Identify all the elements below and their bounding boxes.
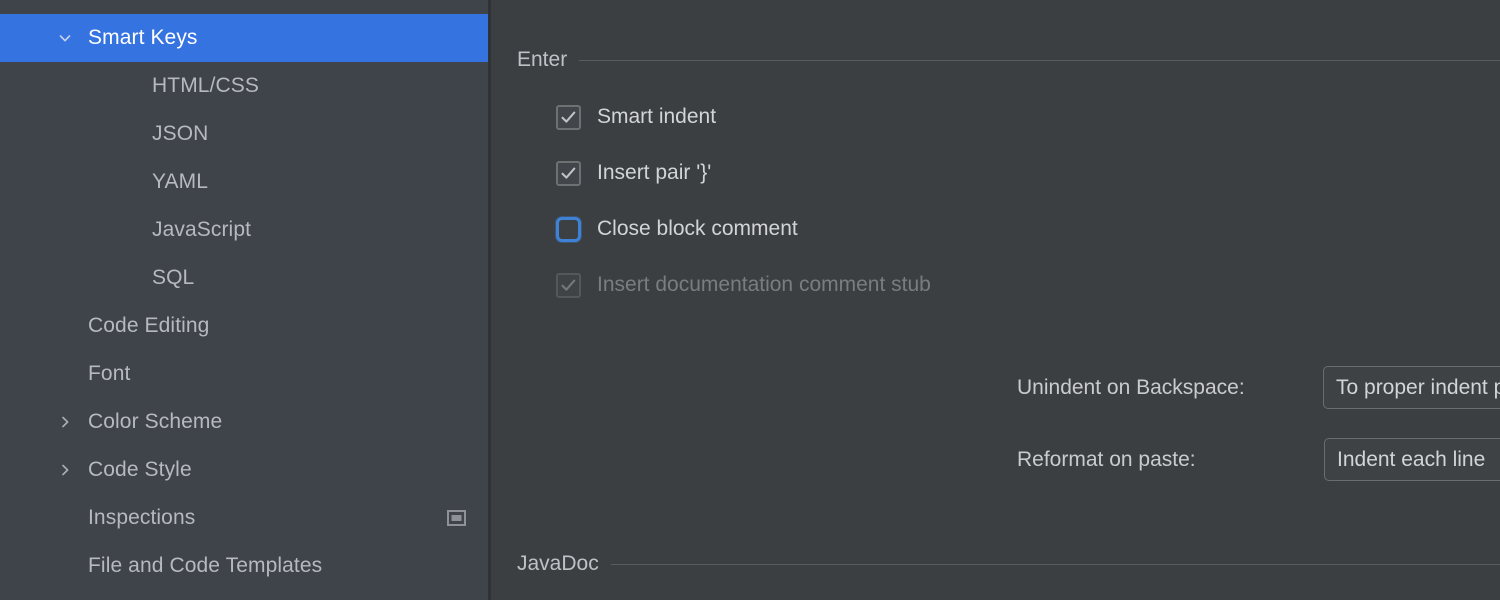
checkbox-row-insert-doc-comment-stub: Insert documentation comment stub xyxy=(556,270,931,300)
section-title-enter: Enter xyxy=(517,48,579,72)
sidebar-item-label: JSON xyxy=(152,122,208,146)
settings-detail-panel: Enter Smart indent Insert pair '}' xyxy=(491,0,1500,600)
sidebar-item-label: JavaScript xyxy=(152,218,251,242)
dropdown-value-reformat-on-paste: Indent each line xyxy=(1325,448,1485,472)
sidebar-item-label: Inspections xyxy=(88,506,195,530)
sidebar-item-file-and-code-templates[interactable]: File and Code Templates xyxy=(0,542,488,590)
chevron-down-icon[interactable] xyxy=(58,31,72,45)
sidebar-item-yaml[interactable]: YAML xyxy=(0,158,488,206)
sidebar-item-color-scheme[interactable]: Color Scheme xyxy=(0,398,488,446)
chevron-right-icon[interactable] xyxy=(58,463,72,477)
section-rule-javadoc xyxy=(611,564,1500,565)
checkmark-icon xyxy=(560,109,577,126)
sidebar-item-smart-keys[interactable]: Smart Keys xyxy=(0,14,488,62)
sidebar-item-code-editing[interactable]: Code Editing xyxy=(0,302,488,350)
checkmark-icon xyxy=(560,165,577,182)
checkbox-label-smart-indent: Smart indent xyxy=(597,105,716,129)
window-badge-icon[interactable] xyxy=(447,509,466,527)
checkbox-row-smart-indent[interactable]: Smart indent xyxy=(556,102,716,132)
sidebar-item-code-style[interactable]: Code Style xyxy=(0,446,488,494)
sidebar-item-label: YAML xyxy=(152,170,208,194)
sidebar-item-json[interactable]: JSON xyxy=(0,110,488,158)
sidebar-item-inspections[interactable]: Inspections xyxy=(0,494,488,542)
field-label-reformat-on-paste: Reformat on paste: xyxy=(1017,448,1324,472)
checkbox-insert-pair[interactable] xyxy=(556,161,581,186)
sidebar-item-font[interactable]: Font xyxy=(0,350,488,398)
sidebar-item-label: Code Editing xyxy=(88,314,209,338)
sidebar-item-label: Code Style xyxy=(88,458,192,482)
field-row-unindent-on-backspace: Unindent on Backspace: To proper indent … xyxy=(1017,366,1500,409)
section-rule-enter xyxy=(579,60,1500,61)
sidebar-clipped-row xyxy=(0,0,488,14)
field-row-reformat-on-paste: Reformat on paste: Indent each line xyxy=(1017,438,1500,481)
sidebar-item-label: HTML/CSS xyxy=(152,74,259,98)
checkbox-label-insert-pair: Insert pair '}' xyxy=(597,161,711,185)
section-header-enter: Enter xyxy=(517,48,1500,72)
checkbox-insert-doc-comment-stub xyxy=(556,273,581,298)
section-title-javadoc: JavaDoc xyxy=(517,552,611,576)
section-header-javadoc: JavaDoc xyxy=(517,552,1500,576)
sidebar-item-sql[interactable]: SQL xyxy=(0,254,488,302)
sidebar-item-label: Smart Keys xyxy=(88,26,198,50)
checkbox-row-close-block-comment[interactable]: Close block comment xyxy=(556,214,798,244)
settings-tree-sidebar[interactable]: Smart Keys HTML/CSS JSON YAML JavaScript SQL C… xyxy=(0,0,491,600)
dropdown-unindent-on-backspace[interactable]: To proper indent position xyxy=(1323,366,1500,409)
sidebar-item-html-css[interactable]: HTML/CSS xyxy=(0,62,488,110)
checkbox-row-insert-pair[interactable]: Insert pair '}' xyxy=(556,158,711,188)
checkbox-close-block-comment[interactable] xyxy=(556,217,581,242)
checkbox-label-insert-doc-comment-stub: Insert documentation comment stub xyxy=(597,273,931,297)
sidebar-item-label: File and Code Templates xyxy=(88,554,322,578)
field-label-unindent-on-backspace: Unindent on Backspace: xyxy=(1017,376,1323,400)
sidebar-item-list: Smart Keys HTML/CSS JSON YAML JavaScript SQL C… xyxy=(0,14,488,590)
checkbox-smart-indent[interactable] xyxy=(556,105,581,130)
dropdown-value-unindent-on-backspace: To proper indent position xyxy=(1324,376,1500,400)
sidebar-item-javascript[interactable]: JavaScript xyxy=(0,206,488,254)
chevron-right-icon[interactable] xyxy=(58,415,72,429)
dropdown-reformat-on-paste[interactable]: Indent each line xyxy=(1324,438,1500,481)
checkbox-label-close-block-comment: Close block comment xyxy=(597,217,798,241)
sidebar-item-label: Color Scheme xyxy=(88,410,222,434)
checkmark-icon xyxy=(560,277,577,294)
sidebar-item-label: SQL xyxy=(152,266,194,290)
sidebar-item-label: Font xyxy=(88,362,130,386)
settings-window: Smart Keys HTML/CSS JSON YAML JavaScript SQL C… xyxy=(0,0,1500,600)
